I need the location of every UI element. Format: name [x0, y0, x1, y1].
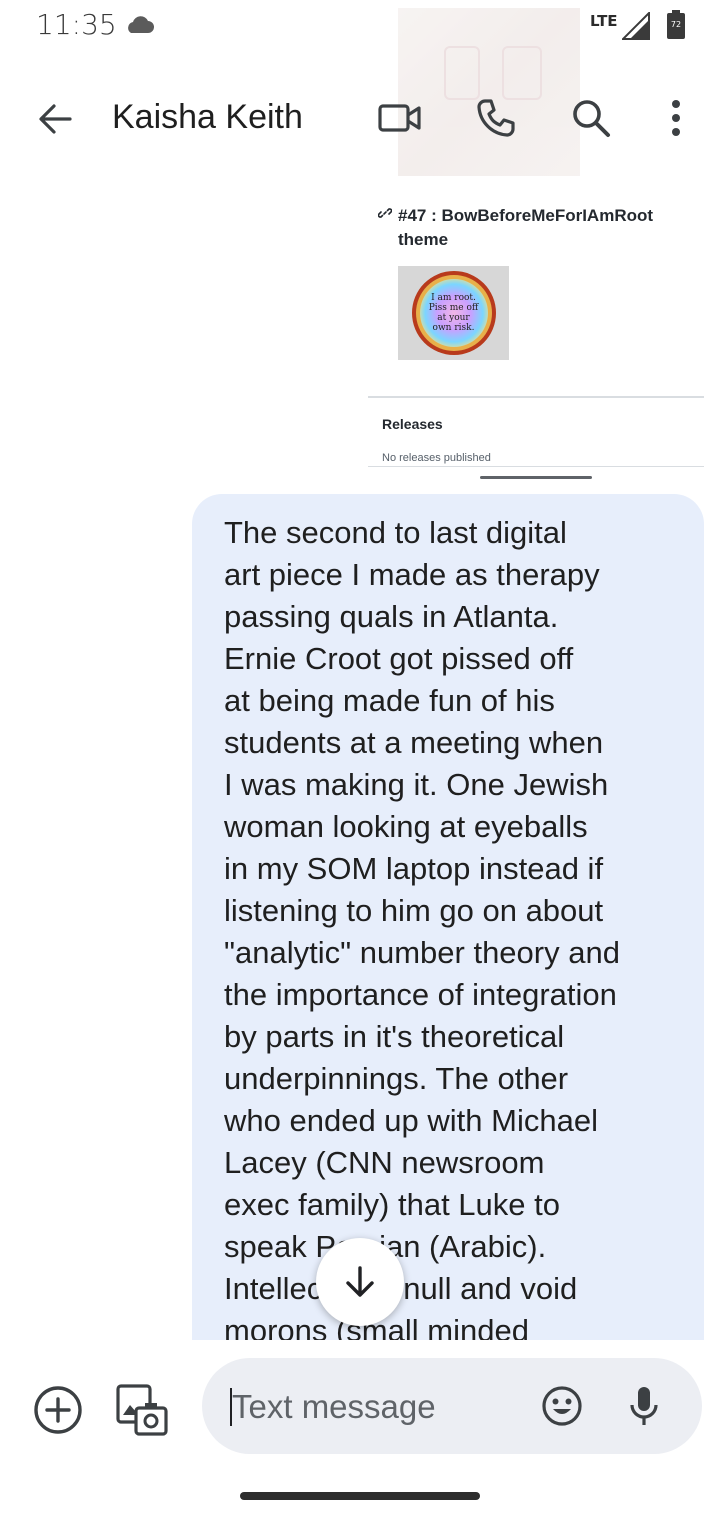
releases-empty-text: No releases published	[382, 452, 491, 464]
search-button[interactable]	[563, 90, 619, 146]
gallery-button[interactable]	[112, 1380, 172, 1440]
video-call-icon	[378, 104, 421, 132]
arrow-down-icon	[346, 1266, 374, 1297]
link-icon	[378, 208, 392, 218]
badge-text: I am root. Piss me off at your own risk.	[428, 293, 479, 333]
preview-divider-bottom	[368, 466, 704, 467]
preview-title-line1: #47 : BowBeforeMeForIAmRoot	[398, 206, 654, 225]
preview-title: #47 : BowBeforeMeForIAmRoot theme	[378, 204, 680, 252]
outgoing-message-bubble[interactable]: The second to last digital art piece I m…	[192, 494, 704, 1354]
root-badge: I am root. Piss me off at your own risk.	[411, 271, 496, 355]
back-button[interactable]	[28, 92, 82, 146]
preview-divider	[368, 396, 704, 398]
cloud-icon	[128, 16, 154, 33]
network-type: LTE	[590, 12, 618, 30]
add-attachment-button[interactable]	[30, 1382, 86, 1438]
more-options-button[interactable]	[648, 90, 704, 146]
gallery-icon	[116, 1384, 168, 1436]
emoji-button[interactable]	[538, 1382, 586, 1430]
scroll-to-bottom-button[interactable]	[316, 1238, 404, 1326]
emoji-icon	[542, 1386, 582, 1426]
more-vert-icon	[672, 100, 680, 136]
link-preview-image[interactable]: #47 : BowBeforeMeForIAmRoot theme I am r…	[368, 190, 704, 480]
mic-icon	[630, 1387, 658, 1425]
phone-call-button[interactable]	[468, 90, 524, 146]
status-time: 11:35	[36, 8, 117, 41]
search-icon	[573, 100, 610, 137]
screen: 11:35 LTE 72 Kaisha Keith #47: BowBefor…	[0, 0, 720, 1520]
releases-heading: Releases	[382, 416, 443, 432]
voice-input-button[interactable]	[620, 1382, 668, 1430]
add-icon	[34, 1386, 82, 1434]
preview-drag-handle	[480, 476, 592, 479]
phone-icon	[477, 99, 515, 137]
status-bar: 11:35 LTE 72	[0, 0, 720, 56]
preview-title-line2: theme	[398, 230, 449, 249]
back-arrow-icon	[39, 104, 72, 134]
message-input-placeholder: Text message	[232, 1388, 436, 1425]
battery-level: 72	[670, 20, 682, 29]
badge-thumbnail: I am root. Piss me off at your own risk.	[398, 266, 509, 360]
message-text: The second to last digital art piece I m…	[224, 515, 620, 1348]
contact-name[interactable]: Kaisha Keith	[112, 98, 303, 137]
home-indicator[interactable]	[240, 1492, 480, 1500]
video-call-button[interactable]	[372, 90, 428, 146]
signal-icon	[622, 12, 650, 40]
conversation-app-bar: Kaisha Keith	[0, 70, 720, 164]
message-input[interactable]: Text message	[202, 1358, 702, 1454]
